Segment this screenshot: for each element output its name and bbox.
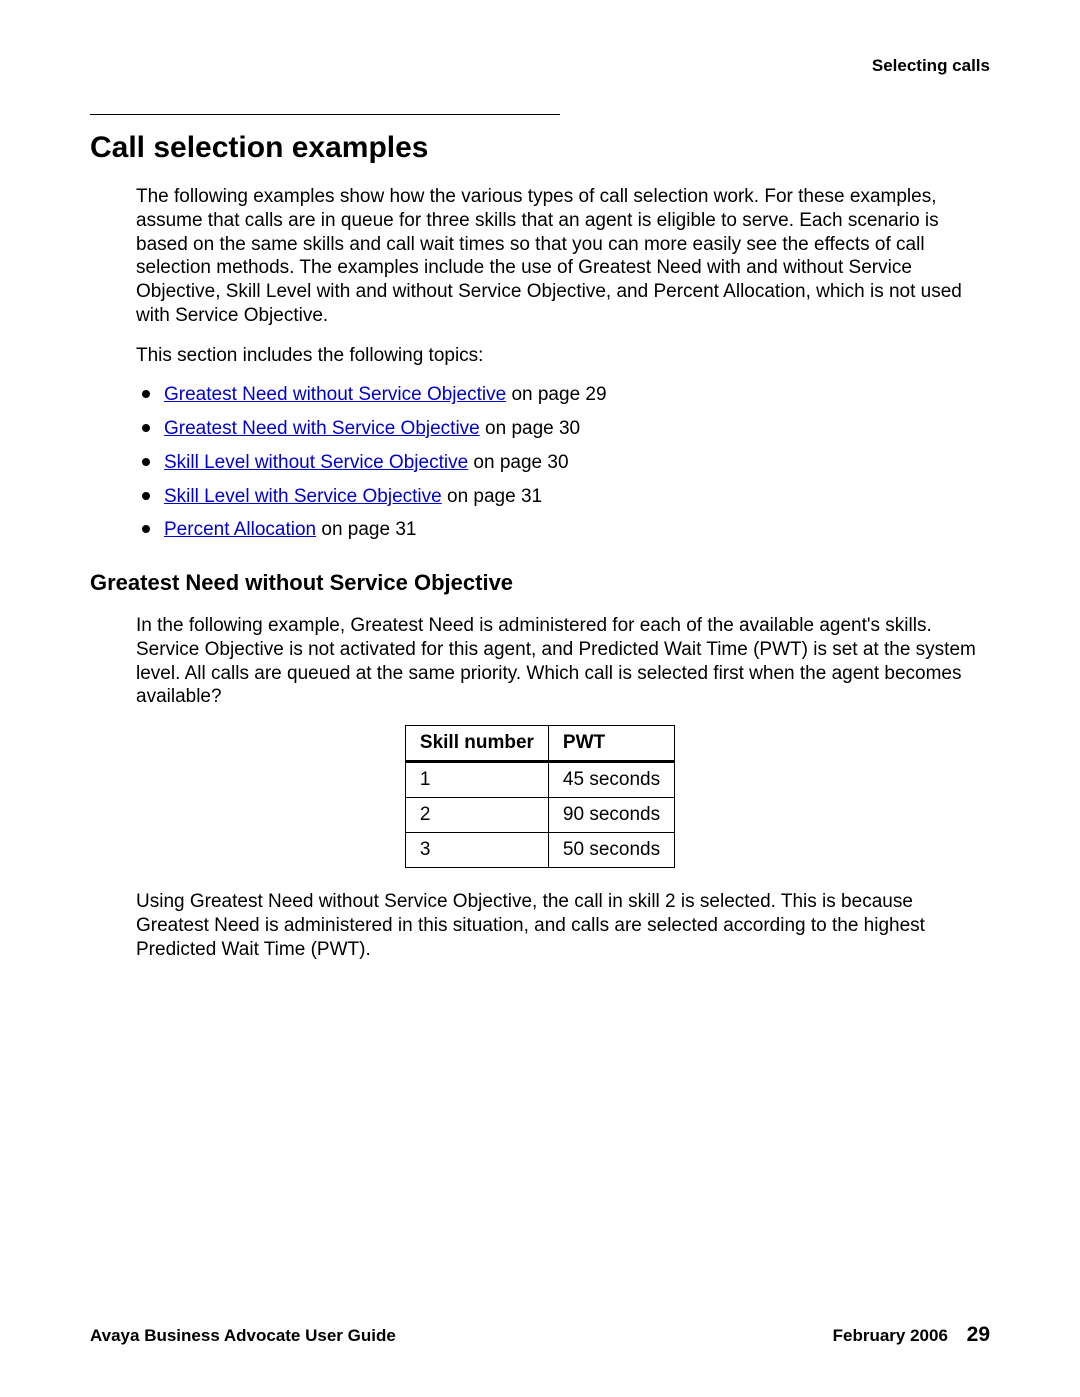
document-page: Selecting calls Call selection examples … xyxy=(0,0,1080,1397)
list-item: Percent Allocation on page 31 xyxy=(136,518,990,542)
list-item: Skill Level without Service Objective on… xyxy=(136,451,990,475)
cell-pwt: 50 seconds xyxy=(548,833,674,868)
subsection-paragraph-1: In the following example, Greatest Need … xyxy=(136,614,990,709)
footer-date: February 2006 xyxy=(833,1326,948,1345)
table-header-pwt: PWT xyxy=(548,726,674,762)
footer-guide-title: Avaya Business Advocate User Guide xyxy=(90,1326,396,1346)
topic-suffix: on page 31 xyxy=(316,519,416,540)
table-row: 1 45 seconds xyxy=(405,762,674,798)
list-item: Greatest Need with Service Objective on … xyxy=(136,417,990,441)
table-row: 3 50 seconds xyxy=(405,833,674,868)
page-footer: Avaya Business Advocate User Guide Febru… xyxy=(90,1323,990,1347)
list-item: Skill Level with Service Objective on pa… xyxy=(136,485,990,509)
footer-right: February 2006 29 xyxy=(833,1323,990,1347)
topics-intro: This section includes the following topi… xyxy=(136,344,990,368)
subsection-paragraph-2: Using Greatest Need without Service Obje… xyxy=(136,890,990,961)
section-title: Call selection examples xyxy=(90,131,990,165)
topic-suffix: on page 30 xyxy=(468,452,568,473)
topic-link[interactable]: Skill Level without Service Objective xyxy=(164,452,468,473)
subsection-title: Greatest Need without Service Objective xyxy=(90,570,990,596)
section-rule xyxy=(90,114,560,115)
topic-link[interactable]: Percent Allocation xyxy=(164,519,316,540)
cell-pwt: 90 seconds xyxy=(548,798,674,833)
topic-suffix: on page 31 xyxy=(442,486,542,507)
table-header-row: Skill number PWT xyxy=(405,726,674,762)
topic-link[interactable]: Greatest Need without Service Objective xyxy=(164,384,506,405)
topic-suffix: on page 30 xyxy=(480,418,580,439)
topic-link[interactable]: Skill Level with Service Objective xyxy=(164,486,442,507)
cell-pwt: 45 seconds xyxy=(548,762,674,798)
topics-list: Greatest Need without Service Objective … xyxy=(136,383,990,542)
topic-suffix: on page 29 xyxy=(506,384,606,405)
table-row: 2 90 seconds xyxy=(405,798,674,833)
cell-skill: 3 xyxy=(405,833,548,868)
footer-page-number: 29 xyxy=(967,1323,990,1346)
cell-skill: 1 xyxy=(405,762,548,798)
intro-paragraph: The following examples show how the vari… xyxy=(136,185,990,328)
cell-skill: 2 xyxy=(405,798,548,833)
table-header-skill: Skill number xyxy=(405,726,548,762)
topic-link[interactable]: Greatest Need with Service Objective xyxy=(164,418,480,439)
pwt-table: Skill number PWT 1 45 seconds 2 90 secon… xyxy=(405,725,675,868)
list-item: Greatest Need without Service Objective … xyxy=(136,383,990,407)
page-header-section: Selecting calls xyxy=(90,56,990,76)
